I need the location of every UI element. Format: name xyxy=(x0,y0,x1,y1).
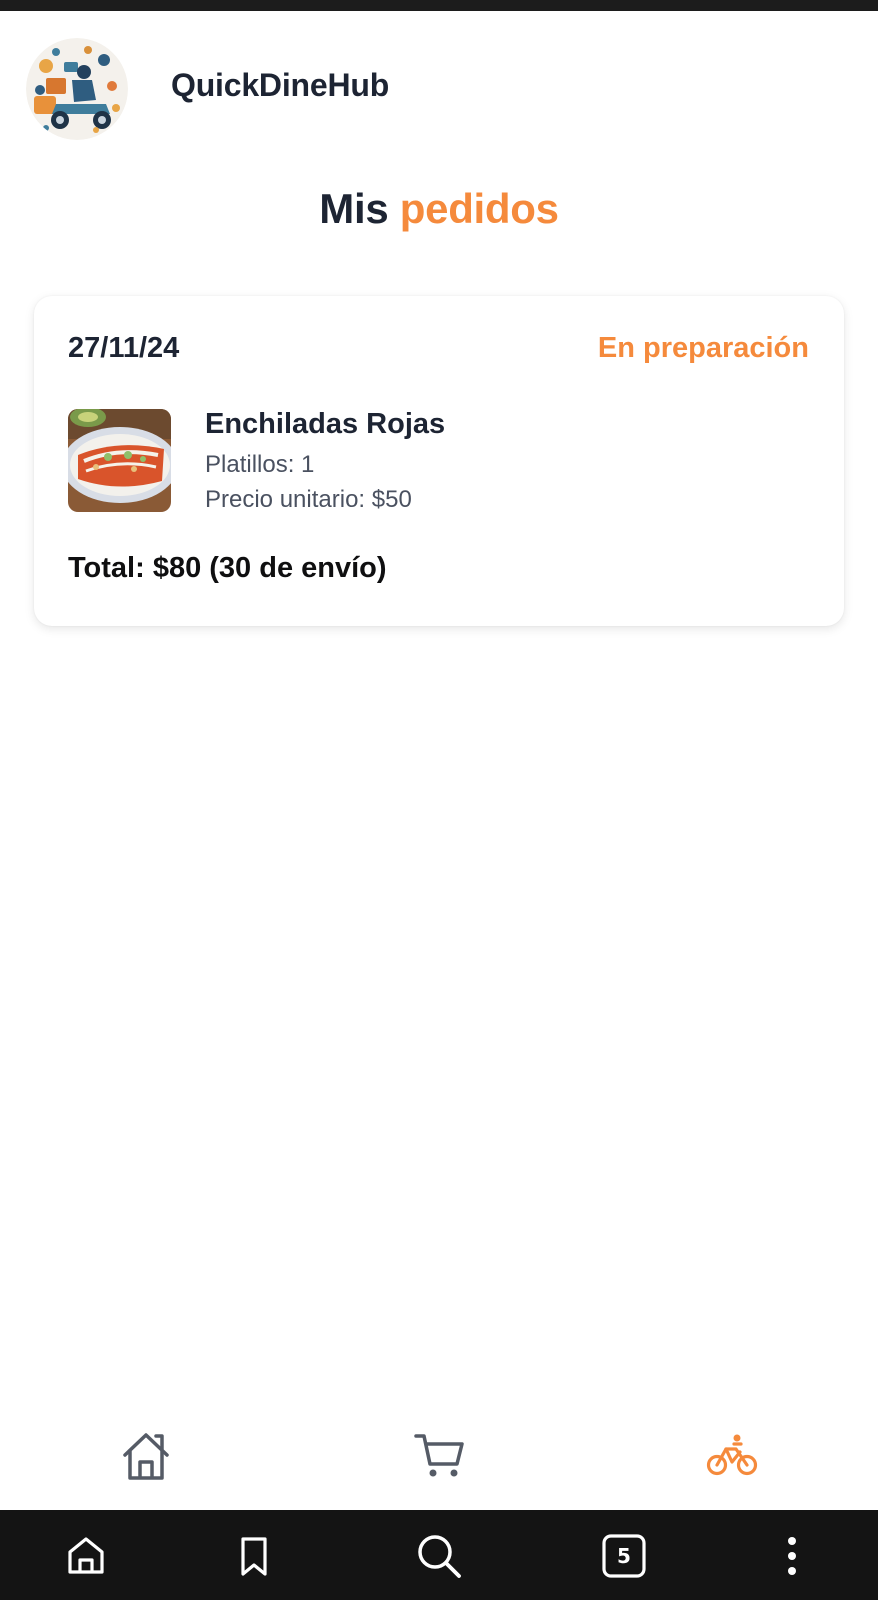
page-title-part1: Mis xyxy=(319,185,389,232)
app-name: QuickDineHub xyxy=(171,67,390,103)
nav-orders-button[interactable] xyxy=(696,1420,768,1492)
nav-home-button[interactable] xyxy=(110,1420,182,1492)
app-header: QuickDineHub xyxy=(0,11,878,161)
more-vertical-icon xyxy=(788,1537,796,1575)
order-card[interactable]: 27/11/24 En preparación Enchiladas Rojas… xyxy=(34,296,844,626)
app-logo[interactable] xyxy=(26,38,128,140)
page-title: Mis pedidos xyxy=(0,185,878,233)
nav-cart-button[interactable] xyxy=(403,1420,475,1492)
tab-count: 5 xyxy=(617,1544,631,1568)
browser-bookmark-button[interactable] xyxy=(224,1526,284,1586)
browser-home-button[interactable] xyxy=(56,1526,116,1586)
order-item-quantity: Platillos: 1 xyxy=(205,451,315,478)
bottom-nav xyxy=(0,1400,878,1510)
bike-icon xyxy=(706,1434,758,1476)
browser-menu-button[interactable] xyxy=(762,1526,822,1586)
status-bar-strip xyxy=(0,0,878,11)
order-item-image xyxy=(68,409,171,512)
tabs-icon: 5 xyxy=(602,1534,646,1578)
order-item-unit-price: Precio unitario: $50 xyxy=(205,486,412,513)
home-icon xyxy=(123,1433,169,1480)
enchiladas-photo-icon xyxy=(68,409,171,512)
page-title-part2: pedidos xyxy=(399,185,559,232)
order-status: En preparación xyxy=(597,332,809,364)
search-icon xyxy=(418,1535,461,1578)
order-item-name: Enchiladas Rojas xyxy=(205,408,446,440)
bookmark-icon xyxy=(241,1537,267,1576)
order-total: Total: $80 (30 de envío) xyxy=(68,552,387,584)
browser-home-icon xyxy=(68,1537,104,1574)
browser-tabs-button[interactable]: 5 xyxy=(594,1526,654,1586)
order-date: 27/11/24 xyxy=(68,332,180,364)
delivery-logo-icon xyxy=(26,38,128,140)
cart-icon xyxy=(414,1434,464,1477)
browser-search-button[interactable] xyxy=(409,1526,469,1586)
browser-toolbar: 5 xyxy=(0,1510,878,1600)
